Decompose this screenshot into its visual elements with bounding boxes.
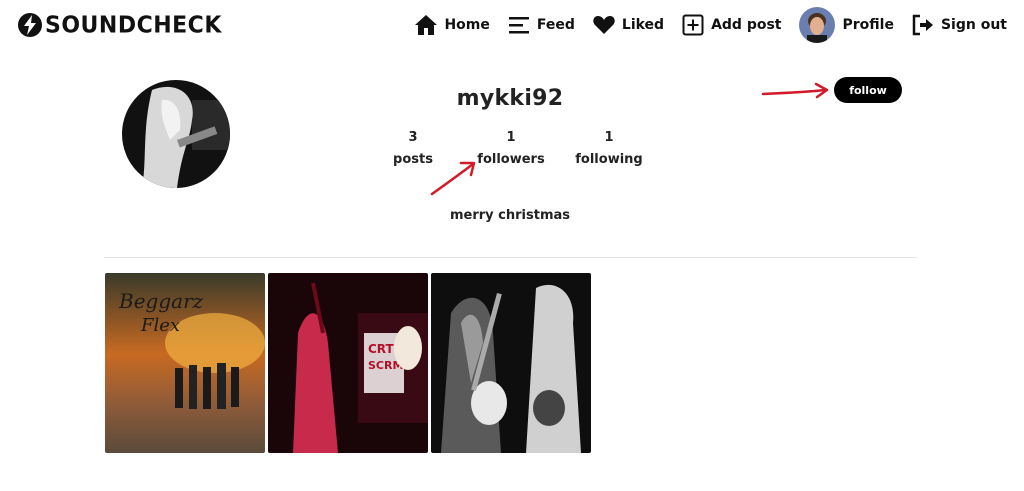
nav-home-label: Home bbox=[444, 17, 490, 33]
post-thumbnail[interactable] bbox=[431, 273, 591, 453]
svg-text:Flex: Flex bbox=[140, 315, 180, 336]
nav-home[interactable]: Home bbox=[414, 13, 490, 37]
plus-square-icon bbox=[682, 14, 704, 36]
post-thumbnail[interactable]: Beggarz Flex bbox=[105, 273, 265, 453]
stat-following[interactable]: 1 following bbox=[574, 130, 644, 167]
profile-bio: merry christmas bbox=[449, 208, 571, 223]
top-navbar: SOUNDCHECK Home Feed Liked Add post Prof… bbox=[0, 0, 1024, 50]
stat-followers[interactable]: 1 followers bbox=[474, 130, 548, 167]
main-nav: Home Feed Liked Add post Profile Sign ou… bbox=[414, 7, 1007, 43]
following-label: following bbox=[575, 152, 643, 167]
profile-username: mykki92 bbox=[456, 86, 564, 111]
profile-avatar bbox=[122, 80, 230, 188]
nav-liked-label: Liked bbox=[621, 17, 665, 33]
followers-count: 1 bbox=[506, 130, 516, 145]
post-thumbnail[interactable]: CRT SCRM bbox=[268, 273, 428, 453]
nav-feed-label: Feed bbox=[536, 17, 575, 33]
annotation-arrow-up bbox=[430, 161, 476, 196]
nav-profile[interactable]: Profile bbox=[798, 7, 894, 43]
followers-label: followers bbox=[477, 152, 545, 167]
nav-feed[interactable]: Feed bbox=[507, 13, 575, 37]
nav-sign-out-label: Sign out bbox=[940, 17, 1007, 33]
bolt-logo-icon bbox=[18, 13, 42, 37]
annotation-arrow-right bbox=[761, 82, 829, 99]
post-grid: Beggarz Flex CRT SCRM bbox=[105, 273, 594, 453]
svg-text:Beggarz: Beggarz bbox=[118, 289, 204, 313]
home-icon bbox=[415, 15, 438, 35]
nav-profile-label: Profile bbox=[842, 17, 894, 33]
brand-name: SOUNDCHECK bbox=[45, 11, 222, 39]
nav-add-post[interactable]: Add post bbox=[681, 13, 782, 37]
sign-out-icon bbox=[912, 14, 933, 36]
svg-text:CRT: CRT bbox=[368, 342, 395, 356]
nav-add-post-label: Add post bbox=[711, 17, 782, 33]
menu-lines-icon bbox=[508, 17, 529, 34]
follow-button[interactable]: follow bbox=[834, 77, 902, 103]
section-divider bbox=[104, 257, 917, 258]
posts-count: 3 bbox=[408, 130, 418, 145]
nav-liked[interactable]: Liked bbox=[592, 13, 664, 37]
brand-logo[interactable]: SOUNDCHECK bbox=[17, 10, 222, 40]
user-avatar bbox=[798, 7, 835, 43]
heart-icon bbox=[593, 16, 615, 34]
nav-sign-out[interactable]: Sign out bbox=[911, 13, 1007, 37]
following-count: 1 bbox=[604, 130, 614, 145]
